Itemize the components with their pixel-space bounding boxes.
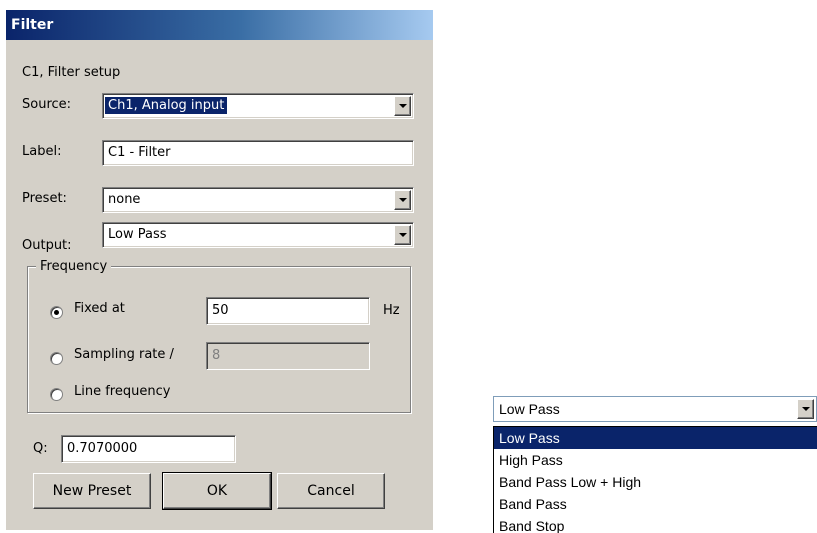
output-dropdown-arrow-icon[interactable] — [797, 399, 814, 419]
label-input-value: C1 - Filter — [108, 145, 171, 160]
source-value: Ch1, Analog input — [105, 97, 228, 114]
dialog-title: Filter — [6, 10, 433, 40]
dropdown-option-band-stop[interactable]: Band Stop — [494, 515, 817, 533]
output-select[interactable]: Low Pass — [102, 222, 414, 248]
label-field-label: Label: — [22, 144, 62, 159]
fixed-at-radio[interactable] — [50, 306, 63, 319]
dialog-subtitle: C1, Filter setup — [22, 65, 121, 80]
preset-dropdown-arrow-icon[interactable] — [394, 190, 411, 210]
label-input[interactable]: C1 - Filter — [102, 140, 414, 166]
filter-dialog: Filter C1, Filter setup Source: Ch1, Ana… — [6, 10, 433, 530]
source-dropdown-arrow-icon[interactable] — [394, 96, 411, 116]
sampling-divisor-input: 8 — [206, 342, 370, 370]
fixed-frequency-value: 50 — [212, 303, 229, 318]
frequency-unit: Hz — [383, 303, 400, 318]
output-label: Output: — [22, 238, 72, 253]
cancel-button[interactable]: Cancel — [277, 473, 385, 509]
line-frequency-label[interactable]: Line frequency — [74, 384, 170, 399]
preset-select[interactable]: none — [102, 187, 414, 213]
source-label: Source: — [22, 97, 72, 112]
output-dropdown-combo[interactable]: Low Pass — [493, 396, 817, 422]
q-value: 0.7070000 — [67, 441, 138, 456]
output-dropdown-arrow-icon[interactable] — [394, 225, 411, 245]
source-select[interactable]: Ch1, Analog input — [102, 93, 414, 119]
preset-value: none — [108, 192, 141, 207]
dropdown-option-band-pass-low-high[interactable]: Band Pass Low + High — [494, 471, 817, 493]
preset-label: Preset: — [22, 191, 67, 206]
q-input[interactable]: 0.7070000 — [61, 435, 236, 463]
dropdown-option-low-pass[interactable]: Low Pass — [494, 427, 817, 449]
dropdown-option-band-pass[interactable]: Band Pass — [494, 493, 817, 515]
output-value: Low Pass — [108, 227, 167, 242]
output-dropdown-selected: Low Pass — [499, 401, 560, 417]
fixed-frequency-input[interactable]: 50 — [206, 297, 370, 325]
ok-button[interactable]: OK — [162, 472, 272, 510]
sampling-rate-label[interactable]: Sampling rate / — [74, 347, 174, 362]
frequency-group-label: Frequency — [36, 259, 112, 274]
sampling-rate-radio[interactable] — [50, 352, 63, 365]
line-frequency-radio[interactable] — [50, 388, 63, 401]
fixed-at-label[interactable]: Fixed at — [74, 301, 125, 316]
new-preset-button[interactable]: New Preset — [33, 473, 151, 509]
dropdown-option-high-pass[interactable]: High Pass — [494, 449, 817, 471]
output-dropdown-list: Low Pass High Pass Band Pass Low + High … — [493, 426, 817, 533]
sampling-divisor-value: 8 — [212, 348, 221, 363]
q-label: Q: — [33, 441, 48, 456]
